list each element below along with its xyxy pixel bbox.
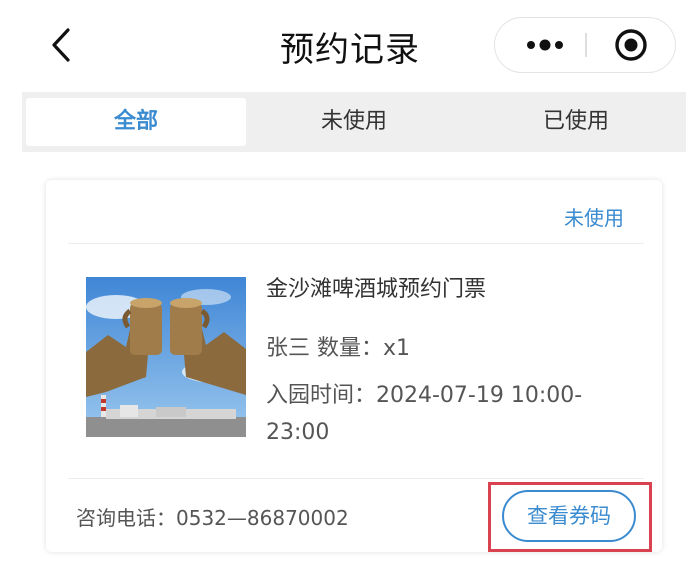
card-divider-top (68, 243, 644, 244)
view-voucher-button[interactable]: 查看券码 (502, 490, 636, 542)
tab-used[interactable]: 已使用 (466, 92, 686, 152)
target-close-icon (615, 29, 647, 61)
entry-time-line2: 23:00 (266, 420, 330, 445)
entry-time-line1: 入园时间：2024-07-19 10:00- (266, 383, 583, 408)
ticket-thumbnail (86, 277, 246, 437)
capsule-divider (585, 33, 587, 57)
visitor-quantity: 张三 数量：x1 (266, 336, 411, 361)
navigation-bar: 预约记录 (0, 0, 700, 90)
consult-phone: 咨询电话：0532—86870002 (76, 506, 349, 530)
status-badge: 未使用 (564, 206, 624, 230)
close-mini-program-button[interactable] (593, 18, 669, 71)
mini-program-capsule (494, 17, 676, 73)
ticket-name: 金沙滩啤酒城预约门票 (266, 277, 487, 302)
more-dots-icon (527, 39, 563, 51)
card-divider-bottom (68, 478, 644, 479)
tab-unused[interactable]: 未使用 (244, 92, 464, 152)
more-button[interactable] (507, 18, 583, 71)
tab-all[interactable]: 全部 (26, 98, 246, 146)
status-tab-bar: 全部 未使用 已使用 (22, 92, 686, 152)
